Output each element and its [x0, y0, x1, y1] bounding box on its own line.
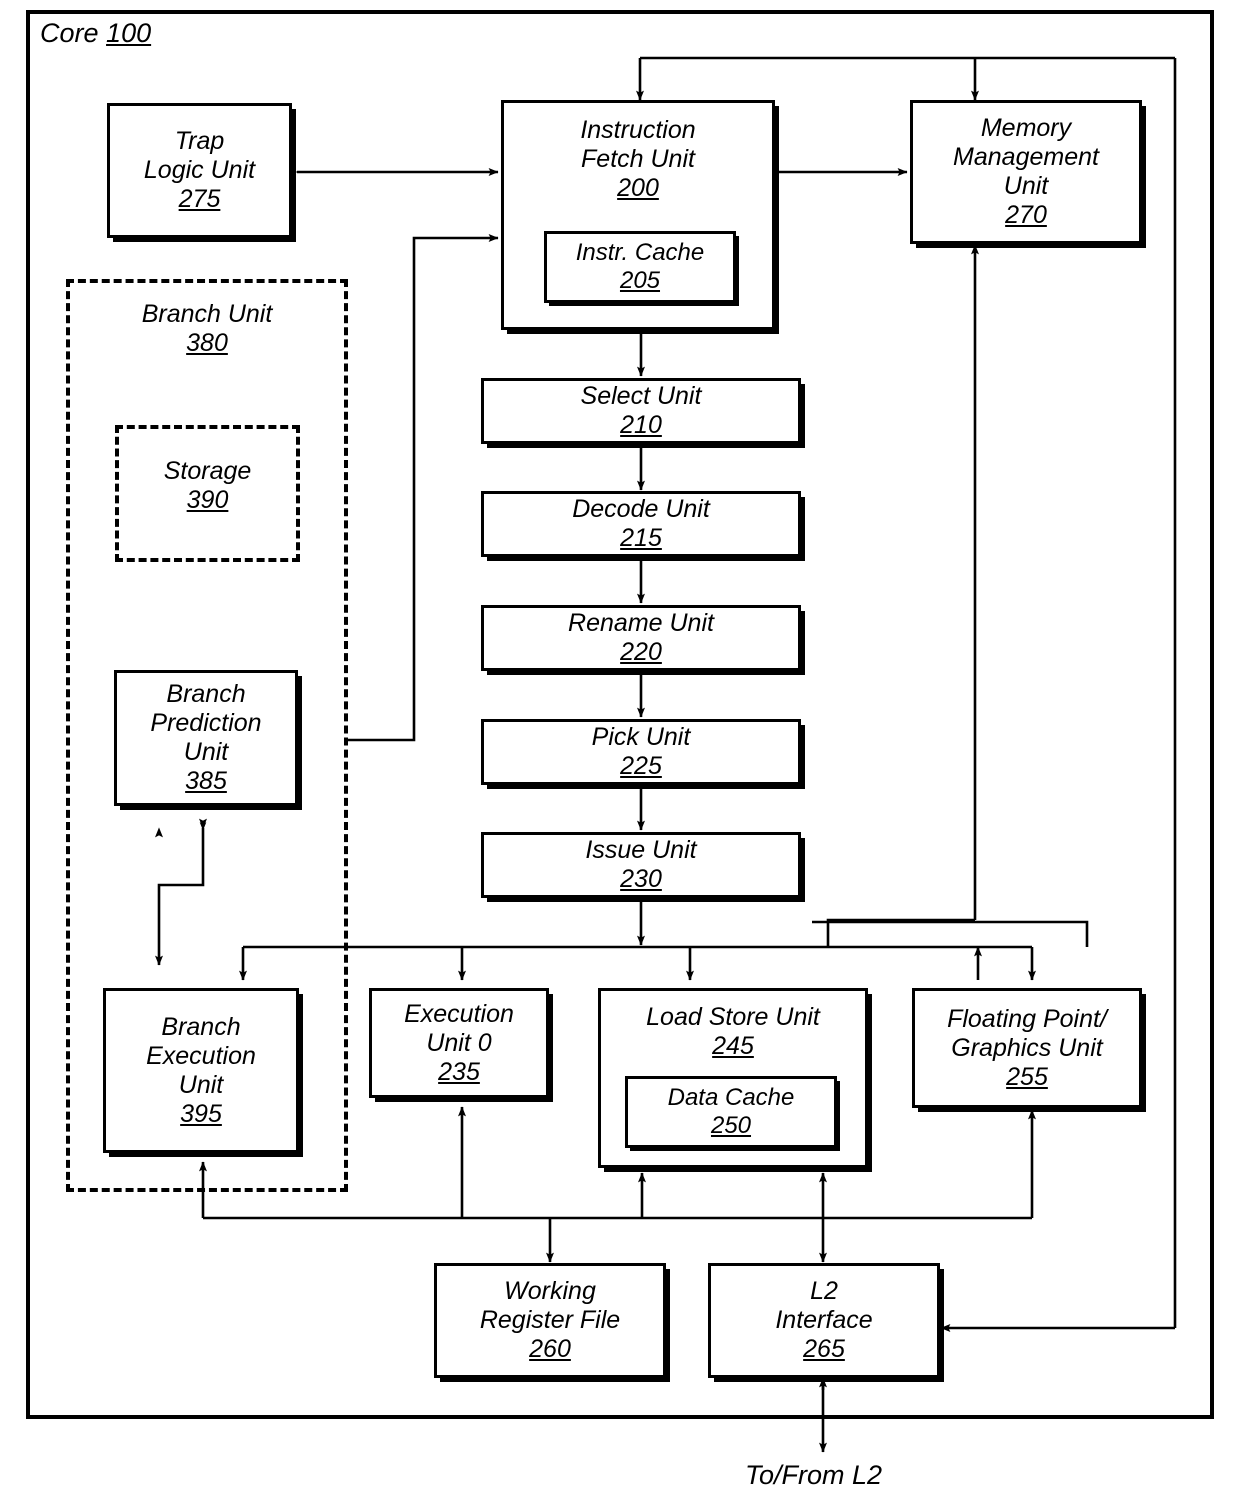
- working-register-file-line-0: Working: [504, 1277, 596, 1305]
- core-label-name: Core: [40, 18, 99, 48]
- mmu-feed-from-bus: [826, 918, 975, 947]
- trap-logic-unit-line-1: Logic Unit: [143, 156, 256, 184]
- memory-management-unit-line-0: Memory: [980, 114, 1072, 142]
- branch-execution-unit-line-0: Branch: [161, 1012, 241, 1041]
- select-unit-number: 210: [620, 411, 662, 439]
- instr-cache-line-0: Instr. Cache: [575, 239, 705, 267]
- branch-prediction-unit-line-2: Unit: [183, 738, 229, 766]
- floating-point-graphics-unit-block[interactable]: Floating Point/ Graphics Unit 255: [912, 988, 1142, 1108]
- instr-cache-number: 205: [619, 267, 661, 294]
- execution-unit-0-block[interactable]: Execution Unit 0 235: [369, 988, 549, 1098]
- load-store-unit-number: 245: [712, 1032, 754, 1060]
- floating-point-graphics-unit-line-1: Graphics Unit: [951, 1033, 1103, 1062]
- decode-unit-block[interactable]: Decode Unit 215: [481, 491, 801, 557]
- l2-interface-line-1: Interface: [775, 1306, 873, 1334]
- branch-unit-group-name: Branch Unit: [141, 300, 273, 328]
- trap-logic-unit-number: 275: [178, 185, 221, 213]
- trap-logic-unit-block[interactable]: Trap Logic Unit 275: [107, 103, 292, 238]
- floating-point-graphics-unit-number: 255: [1006, 1062, 1048, 1091]
- load-store-unit-block[interactable]: Load Store Unit 245 Data Cache 250: [598, 988, 868, 1168]
- storage-group-number: 390: [186, 486, 229, 514]
- instruction-fetch-unit-line-0: Instruction: [580, 116, 696, 144]
- load-store-unit-line-0: Load Store Unit: [646, 1003, 820, 1031]
- data-cache-number: 250: [710, 1112, 752, 1139]
- select-unit-line-0: Select Unit: [580, 382, 702, 410]
- rename-unit-number: 220: [620, 638, 662, 666]
- branch-prediction-unit-number: 385: [185, 767, 227, 795]
- branch-unit-group-label: Branch Unit 380: [66, 300, 348, 358]
- mmu-branch-line: [812, 920, 1089, 947]
- arrow-branch-unit-to-instruction-fetch: [348, 234, 499, 742]
- branch-execution-unit-block[interactable]: Branch Execution Unit 395: [103, 988, 299, 1153]
- memory-management-unit-line-1: Management: [953, 143, 1099, 171]
- working-register-file-block[interactable]: Working Register File 260: [434, 1263, 666, 1378]
- data-cache-line-0: Data Cache: [667, 1084, 795, 1112]
- floating-point-graphics-unit-line-0: Floating Point/: [947, 1004, 1107, 1033]
- branch-execution-unit-number: 395: [180, 1099, 222, 1128]
- rename-unit-line-0: Rename Unit: [568, 609, 714, 637]
- to-from-l2-caption: To/From L2: [745, 1460, 883, 1490]
- memory-management-unit-line-2: Unit: [1003, 172, 1049, 200]
- branch-execution-unit-line-2: Unit: [178, 1070, 224, 1099]
- l2-interface-block[interactable]: L2 Interface 265: [708, 1263, 940, 1378]
- trap-logic-unit-line-0: Trap: [174, 127, 225, 155]
- execution-unit-0-number: 235: [438, 1057, 480, 1086]
- branch-prediction-unit-line-0: Branch: [166, 680, 246, 708]
- decode-unit-line-0: Decode Unit: [572, 495, 710, 523]
- rename-unit-block[interactable]: Rename Unit 220: [481, 605, 801, 671]
- working-register-file-line-1: Register File: [479, 1306, 621, 1334]
- instruction-fetch-unit-block[interactable]: Instruction Fetch Unit 200 Instr. Cache …: [501, 100, 775, 330]
- execution-unit-0-line-0: Execution: [404, 999, 514, 1028]
- decode-unit-number: 215: [620, 524, 662, 552]
- core-label-number: 100: [106, 18, 152, 48]
- branch-prediction-unit-block[interactable]: Branch Prediction Unit 385: [114, 670, 298, 806]
- storage-group-label: Storage 390: [115, 457, 300, 515]
- pick-unit-block[interactable]: Pick Unit 225: [481, 719, 801, 785]
- branch-execution-unit-line-1: Execution: [146, 1041, 256, 1070]
- l2-interface-line-0: L2: [810, 1277, 838, 1305]
- storage-group-name: Storage: [163, 457, 252, 485]
- memory-management-unit-block[interactable]: Memory Management Unit 270: [910, 100, 1142, 244]
- instruction-fetch-unit-line-1: Fetch Unit: [581, 145, 695, 173]
- memory-management-unit-number: 270: [1005, 201, 1047, 229]
- issue-unit-number: 230: [620, 865, 662, 893]
- execution-unit-0-line-1: Unit 0: [426, 1028, 492, 1057]
- instruction-fetch-unit-number: 200: [617, 174, 659, 202]
- select-unit-block[interactable]: Select Unit 210: [481, 378, 801, 444]
- figure-canvas: Core 100 Branch Unit 380 Storage 390 Tra…: [0, 0, 1240, 1509]
- pick-unit-line-0: Pick Unit: [591, 723, 691, 751]
- branch-prediction-unit-line-1: Prediction: [150, 709, 262, 737]
- issue-unit-block[interactable]: Issue Unit 230: [481, 832, 801, 898]
- pick-unit-number: 225: [620, 752, 662, 780]
- branch-unit-group-number: 380: [186, 329, 228, 357]
- data-cache-block[interactable]: Data Cache 250: [625, 1076, 837, 1148]
- core-label: Core 100: [40, 18, 151, 49]
- lsu-mmu-corner-helper: [978, 920, 1077, 980]
- working-register-file-number: 260: [529, 1335, 571, 1363]
- issue-unit-line-0: Issue Unit: [585, 836, 697, 864]
- l2-interface-number: 265: [803, 1335, 845, 1363]
- instr-cache-block[interactable]: Instr. Cache 205: [544, 231, 736, 303]
